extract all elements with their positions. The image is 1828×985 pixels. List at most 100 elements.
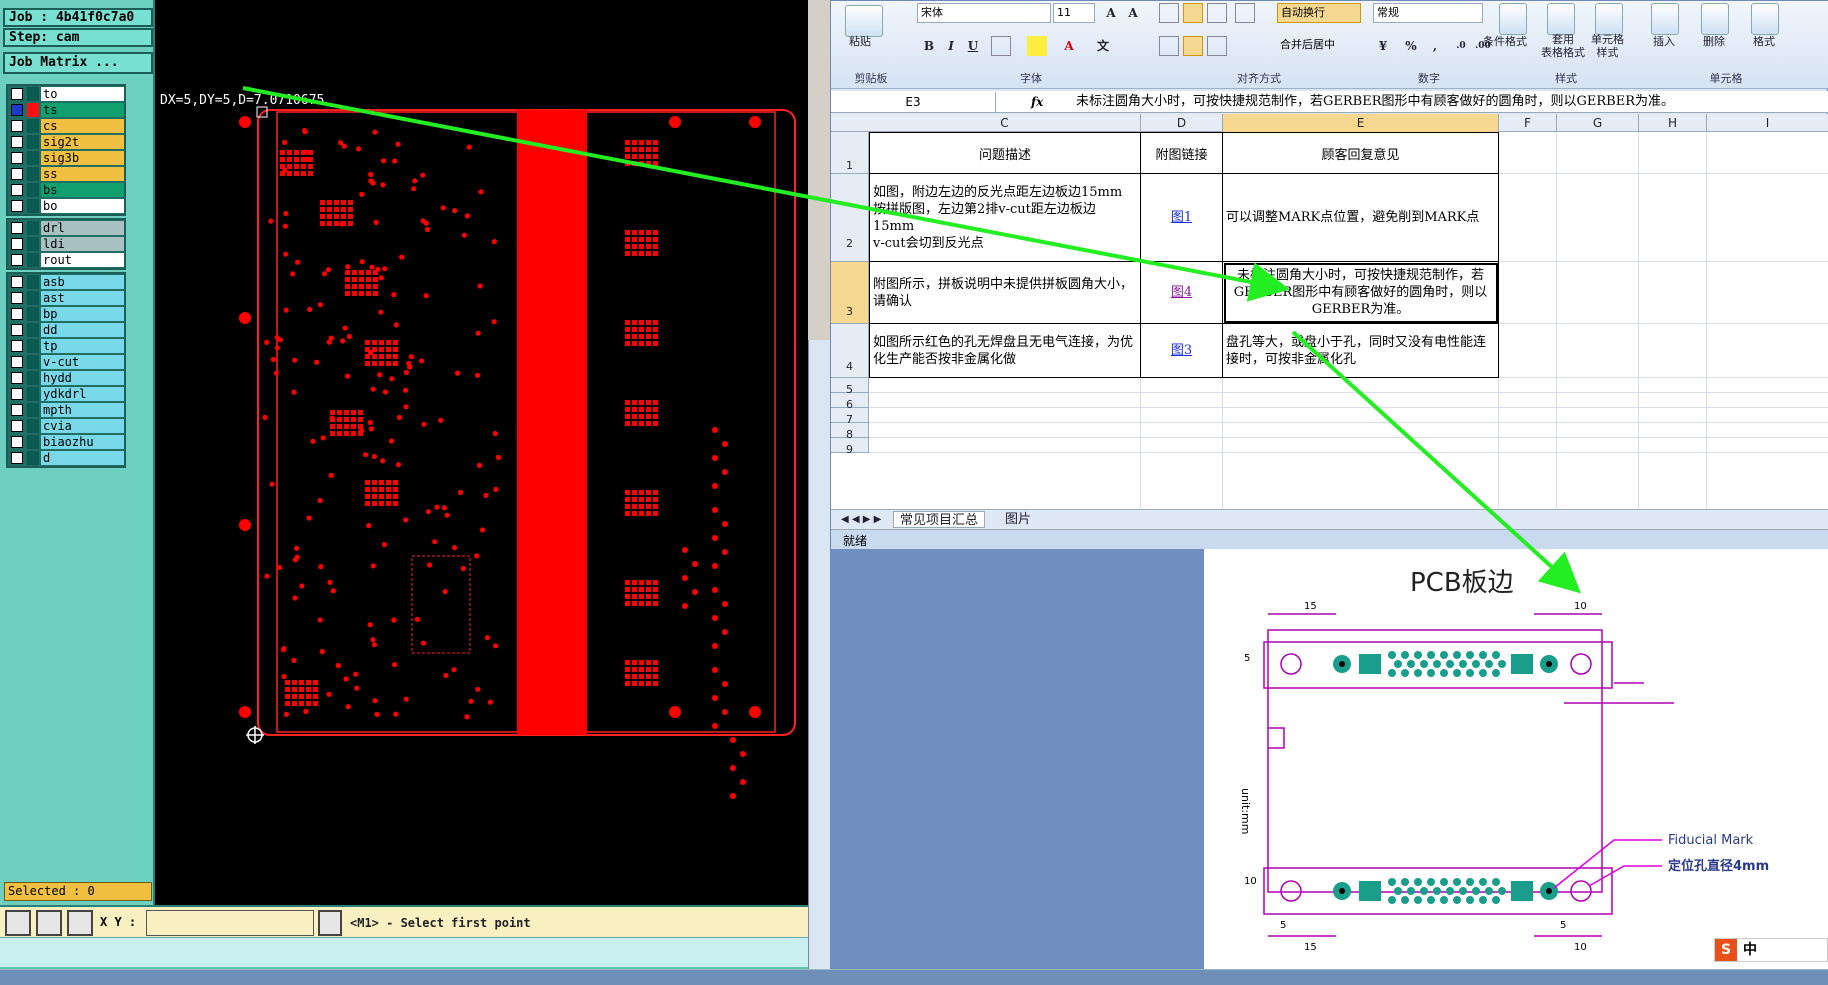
column-header[interactable]: D <box>1141 114 1223 132</box>
layer-name[interactable]: to <box>41 87 124 101</box>
layer-name[interactable]: d <box>41 451 124 465</box>
cell-image-link[interactable]: 图3 <box>1141 324 1223 378</box>
layer-row[interactable]: bo <box>8 198 124 214</box>
currency-icon[interactable]: ¥ <box>1373 36 1393 56</box>
layer-name[interactable]: mpth <box>41 403 124 417</box>
layer-checkbox[interactable] <box>11 88 23 100</box>
layer-row[interactable]: cvia <box>8 418 124 434</box>
layer-name[interactable]: hydd <box>41 371 124 385</box>
table-format-icon[interactable] <box>1547 3 1575 35</box>
document-scrollbar[interactable] <box>808 340 830 969</box>
layer-row[interactable]: asb <box>8 274 124 290</box>
layer-name[interactable]: v-cut <box>41 355 124 369</box>
bold-icon[interactable]: B <box>919 36 939 56</box>
job-matrix-button[interactable]: Job Matrix ... <box>3 52 153 74</box>
layer-row[interactable]: sig2t <box>8 134 124 150</box>
layer-name[interactable]: ydkdrl <box>41 387 124 401</box>
row-header[interactable]: 3 <box>831 262 869 324</box>
font-size-select[interactable]: 11 <box>1053 3 1095 23</box>
layer-name[interactable]: ts <box>41 103 124 117</box>
align-bottom-icon[interactable] <box>1207 3 1227 23</box>
layer-checkbox[interactable] <box>11 152 23 164</box>
sheet-tab-images[interactable]: 图片 <box>999 511 1037 528</box>
layer-checkbox[interactable] <box>11 420 23 432</box>
layer-checkbox[interactable] <box>11 136 23 148</box>
merge-center-button[interactable]: 合并后居中 <box>1277 36 1361 56</box>
column-header[interactable]: C <box>869 114 1141 132</box>
layer-checkbox[interactable] <box>11 404 23 416</box>
layer-name[interactable]: dd <box>41 323 124 337</box>
row-header[interactable]: 1 <box>831 132 869 174</box>
layer-checkbox[interactable] <box>11 276 23 288</box>
layer-row[interactable]: rout <box>8 252 124 268</box>
cell-problem-desc[interactable]: 如图所示红色的孔无焊盘且无电气连接，为优化生产能否按非金属化做 <box>869 324 1141 378</box>
header-link[interactable]: 附图链接 <box>1141 132 1223 174</box>
borders-icon[interactable] <box>991 36 1011 56</box>
layer-row[interactable]: hydd <box>8 370 124 386</box>
align-middle-icon[interactable] <box>1183 3 1203 23</box>
layer-name[interactable]: biaozhu <box>41 435 124 449</box>
layer-checkbox[interactable] <box>11 324 23 336</box>
sheet-tab-summary[interactable]: 常见项目汇总 <box>893 511 986 528</box>
align-left-icon[interactable] <box>1159 36 1179 56</box>
layer-row[interactable]: d <box>8 450 124 466</box>
cell-customer-reply[interactable]: 未标注圆角大小时，可按快捷规范制作，若GERBER图形中有顾客做好的圆角时，则以… <box>1223 262 1499 324</box>
layer-row[interactable]: ldi <box>8 236 124 252</box>
layer-row[interactable]: cs <box>8 118 124 134</box>
xy-input[interactable] <box>146 910 314 936</box>
paste-label[interactable]: 粘贴 <box>849 33 871 49</box>
layer-name[interactable]: asb <box>41 275 124 289</box>
cam-graphics-canvas[interactable]: DX=5,DY=5,D=7.0710675 <box>155 0 808 905</box>
column-header[interactable]: H <box>1639 114 1707 132</box>
layer-name[interactable]: drl <box>41 221 124 235</box>
conditional-format-label[interactable]: 条件格式 <box>1483 33 1527 49</box>
layer-row[interactable]: bs <box>8 182 124 198</box>
ime-language[interactable]: 中 <box>1743 942 1757 958</box>
insert-icon[interactable] <box>1651 3 1679 35</box>
italic-icon[interactable]: I <box>941 36 961 56</box>
sheet-nav-arrows-icon[interactable]: ◀ ◀ ▶ ▶ <box>835 511 887 528</box>
layer-row[interactable]: biaozhu <box>8 434 124 450</box>
layer-checkbox[interactable] <box>11 292 23 304</box>
align-right-icon[interactable] <box>1207 36 1227 56</box>
layer-row[interactable]: ts <box>8 102 124 118</box>
windows-taskbar[interactable] <box>0 969 1828 985</box>
row-header[interactable]: 7 <box>831 408 869 426</box>
ime-toolbar[interactable]: S中 <box>1714 938 1828 962</box>
layer-row[interactable]: tp <box>8 338 124 354</box>
layer-row[interactable]: mpth <box>8 402 124 418</box>
number-format-select[interactable]: 常规 <box>1373 3 1483 23</box>
wrap-text-button[interactable]: 自动换行 <box>1277 3 1361 23</box>
layer-row[interactable]: ast <box>8 290 124 306</box>
cell-problem-desc[interactable]: 附图所示，拼板说明中未提供拼板圆角大小，请确认 <box>869 262 1141 324</box>
name-box[interactable]: E3 <box>831 92 996 112</box>
cell-problem-desc[interactable]: 如图，附边左边的反光点距左边板边15mm 按拼版图，左边第2排v-cut距左边板… <box>869 174 1141 262</box>
layer-name[interactable]: bs <box>41 183 124 197</box>
layer-checkbox[interactable] <box>11 452 23 464</box>
measure-tool-button[interactable] <box>36 910 62 936</box>
format-label[interactable]: 格式 <box>1753 33 1775 49</box>
layer-name[interactable]: tp <box>41 339 124 353</box>
shrink-font-icon[interactable]: A <box>1123 3 1143 23</box>
layer-row[interactable]: v-cut <box>8 354 124 370</box>
row-header[interactable]: 5 <box>831 378 869 396</box>
percent-icon[interactable]: % <box>1401 36 1421 56</box>
cell-style-icon[interactable] <box>1595 3 1623 35</box>
font-name-select[interactable]: 宋体 <box>917 3 1051 23</box>
layer-name[interactable]: ldi <box>41 237 124 251</box>
layer-checkbox[interactable] <box>11 120 23 132</box>
grid-button[interactable] <box>67 910 93 936</box>
layer-checkbox[interactable] <box>11 238 23 250</box>
phonetic-icon[interactable]: 文 <box>1093 36 1113 56</box>
formula-content[interactable]: 未标注圆角大小时，可按快捷规范制作，若GERBER图形中有顾客做好的圆角时，则以… <box>1076 92 1674 112</box>
insert-label[interactable]: 插入 <box>1653 33 1675 49</box>
fx-icon[interactable]: fx <box>1031 92 1061 112</box>
row-header[interactable]: 8 <box>831 423 869 441</box>
delete-label[interactable]: 删除 <box>1703 33 1725 49</box>
spreadsheet-grid[interactable]: CDEFGHI 123456789 问题描述 附图链接 顾客回复意见 如图，附边左边的… <box>831 114 1828 509</box>
conditional-format-icon[interactable] <box>1499 3 1527 35</box>
cell-image-link[interactable]: 图4 <box>1141 262 1223 324</box>
layer-checkbox[interactable] <box>11 388 23 400</box>
layer-name[interactable]: sig2t <box>41 135 124 149</box>
underline-icon[interactable]: U <box>963 36 983 56</box>
